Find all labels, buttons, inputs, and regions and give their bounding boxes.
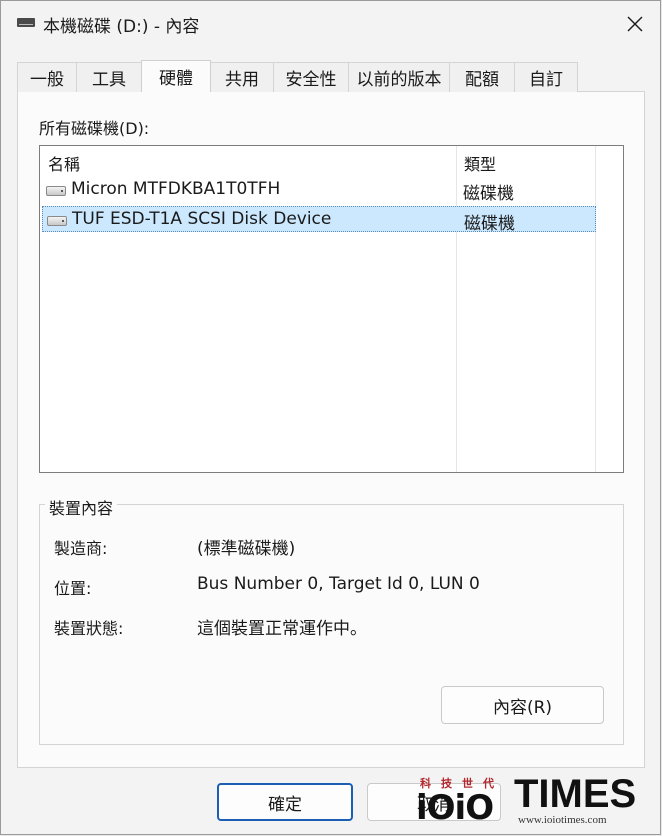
close-icon	[627, 16, 643, 31]
manufacturer-value: (標準磁碟機)	[197, 539, 296, 559]
tab-quota[interactable]: 配額	[449, 62, 515, 92]
watermark-brand: iOiO	[416, 788, 494, 828]
tab-hardware[interactable]: 硬體	[141, 60, 211, 92]
disk-name: TUF ESD-T1A SCSI Disk Device	[72, 209, 332, 229]
device-status-value: 這個裝置正常運作中。	[197, 619, 367, 639]
drive-icon	[17, 18, 35, 27]
tab-security[interactable]: 安全性	[273, 62, 349, 92]
disk-type: 磁碟機	[463, 184, 514, 204]
tab-customize[interactable]: 自訂	[514, 62, 578, 92]
title-bar[interactable]: 本機磁碟 (D:) - 內容	[1, 1, 660, 47]
close-button[interactable]	[610, 1, 660, 46]
ok-button[interactable]: 確定	[217, 783, 353, 821]
disk-list[interactable]: 名稱 類型 Micron MTFDKBA1T0TFH 磁碟機 TUF ESD-T…	[39, 145, 624, 473]
properties-dialog: 本機磁碟 (D:) - 內容 一般 工具 硬體 共用 安全性 以前的版本 配額 …	[0, 0, 661, 835]
manufacturer-label: 製造商:	[54, 539, 108, 558]
location-label: 位置:	[54, 579, 92, 598]
tab-previous-versions[interactable]: 以前的版本	[348, 62, 450, 92]
device-properties-label: 裝置內容	[45, 495, 118, 519]
device-status-label: 裝置狀態:	[54, 619, 124, 638]
tab-strip: 一般 工具 硬體 共用 安全性 以前的版本 配額 自訂	[17, 60, 578, 92]
all-disks-label: 所有磁碟機(D):	[39, 119, 150, 138]
tab-general[interactable]: 一般	[17, 62, 77, 92]
properties-button[interactable]: 內容(R)	[441, 686, 604, 724]
tab-sharing[interactable]: 共用	[210, 62, 274, 92]
watermark-name: TIMES	[514, 772, 637, 816]
watermark-logo: 科技世代 iOiO TIMES www.ioiotimes.com	[410, 770, 662, 836]
location-value: Bus Number 0, Target Id 0, LUN 0	[197, 574, 480, 594]
window-title: 本機磁碟 (D:) - 內容	[43, 17, 200, 37]
list-item[interactable]: Micron MTFDKBA1T0TFH 磁碟機	[42, 177, 596, 204]
column-header-type[interactable]: 類型	[464, 151, 496, 175]
column-header-name[interactable]: 名稱	[48, 151, 80, 175]
watermark-url: www.ioiotimes.com	[518, 814, 607, 826]
list-item-selected[interactable]: TUF ESD-T1A SCSI Disk Device 磁碟機	[42, 206, 596, 234]
tab-tools[interactable]: 工具	[76, 62, 142, 92]
disk-type: 磁碟機	[464, 214, 515, 234]
list-header: 名稱 類型	[40, 146, 623, 176]
disk-name: Micron MTFDKBA1T0TFH	[71, 179, 281, 199]
disk-drive-icon	[46, 186, 66, 196]
disk-drive-icon	[47, 216, 67, 226]
